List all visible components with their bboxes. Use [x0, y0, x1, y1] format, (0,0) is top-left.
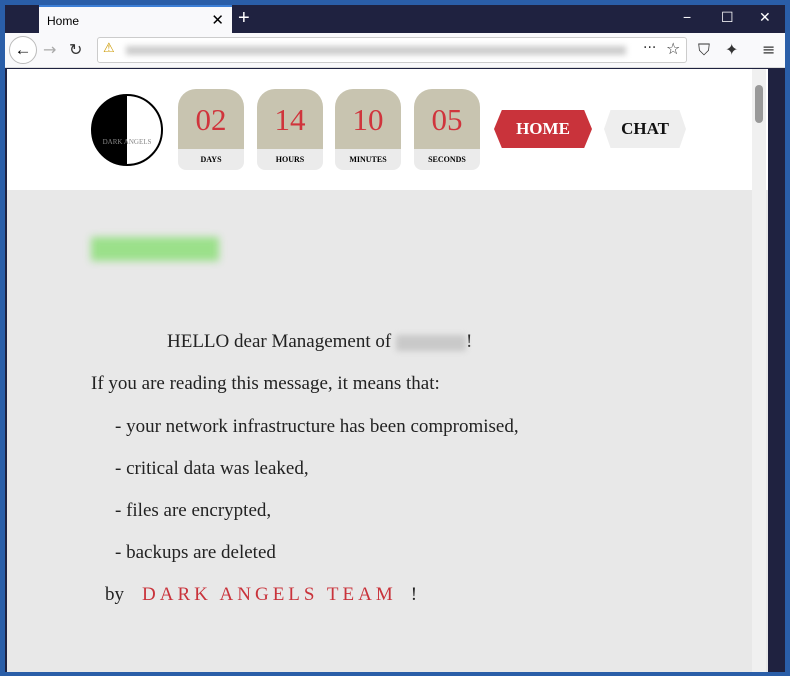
countdown-label: DAYS: [178, 149, 244, 170]
signature: by DARK ANGELS TEAM!: [105, 584, 418, 605]
star-icon[interactable]: ☆: [666, 39, 680, 58]
list-item: - your network infrastructure has been c…: [115, 416, 519, 437]
reload-button[interactable]: ↻: [69, 40, 82, 59]
countdown-value: 05: [414, 89, 480, 149]
page-content: DARK ANGELS 02 DAYS 14 HOURS 10 MINUTES 05 S…: [7, 69, 768, 672]
list-item: - files are encrypted,: [115, 500, 272, 521]
team-name: DARK ANGELS TEAM: [142, 584, 397, 605]
logo-text: DARK ANGELS: [102, 138, 152, 146]
countdown-minutes: 10 MINUTES: [335, 89, 401, 170]
dark-angels-logo: DARK ANGELS: [91, 94, 163, 166]
countdown-label: HOURS: [257, 149, 323, 170]
countdown-value: 14: [257, 89, 323, 149]
countdown-label: SECONDS: [414, 149, 480, 170]
browser-window: Home ✕ + − ☐ ✕ ← → ↻ ⚠ ··· ☆ ⛉ ✦ ≡ DARK ANG…: [5, 5, 785, 672]
countdown-seconds: 05 SECONDS: [414, 89, 480, 170]
tab-close-icon[interactable]: ✕: [211, 11, 224, 29]
forward-button[interactable]: →: [43, 40, 56, 59]
toolbar: ← → ↻ ⚠ ··· ☆ ⛉ ✦ ≡: [5, 33, 785, 68]
warning-icon: ⚠: [103, 41, 115, 56]
intro-text: If you are reading this message, it mean…: [91, 373, 440, 394]
scrollbar[interactable]: [752, 69, 766, 672]
countdown-label: MINUTES: [335, 149, 401, 170]
maximize-button[interactable]: ☐: [721, 9, 734, 26]
countdown-days: 02 DAYS: [178, 89, 244, 170]
list-item: - backups are deleted: [115, 542, 276, 563]
back-button[interactable]: ←: [9, 36, 37, 64]
countdown-value: 10: [335, 89, 401, 149]
shield-icon[interactable]: ⛉: [698, 40, 710, 60]
new-tab-button[interactable]: +: [238, 7, 250, 30]
close-window-button[interactable]: ✕: [759, 9, 771, 26]
nav-home[interactable]: HOME: [494, 110, 592, 148]
page-header: DARK ANGELS 02 DAYS 14 HOURS 10 MINUTES 05 S…: [7, 69, 768, 190]
nav-chat[interactable]: CHAT: [604, 110, 686, 148]
minimize-button[interactable]: −: [683, 9, 691, 25]
blurred-company-name: [91, 237, 219, 261]
extension-icon[interactable]: ✦: [725, 40, 738, 59]
list-item: - critical data was leaked,: [115, 458, 309, 479]
countdown-value: 02: [178, 89, 244, 149]
address-bar[interactable]: ⚠ ··· ☆: [97, 37, 687, 63]
blurred-company: [395, 334, 466, 351]
menu-icon[interactable]: ≡: [762, 40, 775, 59]
tab-home[interactable]: Home ✕: [39, 5, 232, 33]
more-icon[interactable]: ···: [643, 40, 656, 56]
greeting: HELLO dear Management of !: [167, 331, 473, 352]
tab-title: Home: [47, 14, 80, 28]
countdown-hours: 14 HOURS: [257, 89, 323, 170]
scrollbar-thumb[interactable]: [755, 85, 763, 123]
